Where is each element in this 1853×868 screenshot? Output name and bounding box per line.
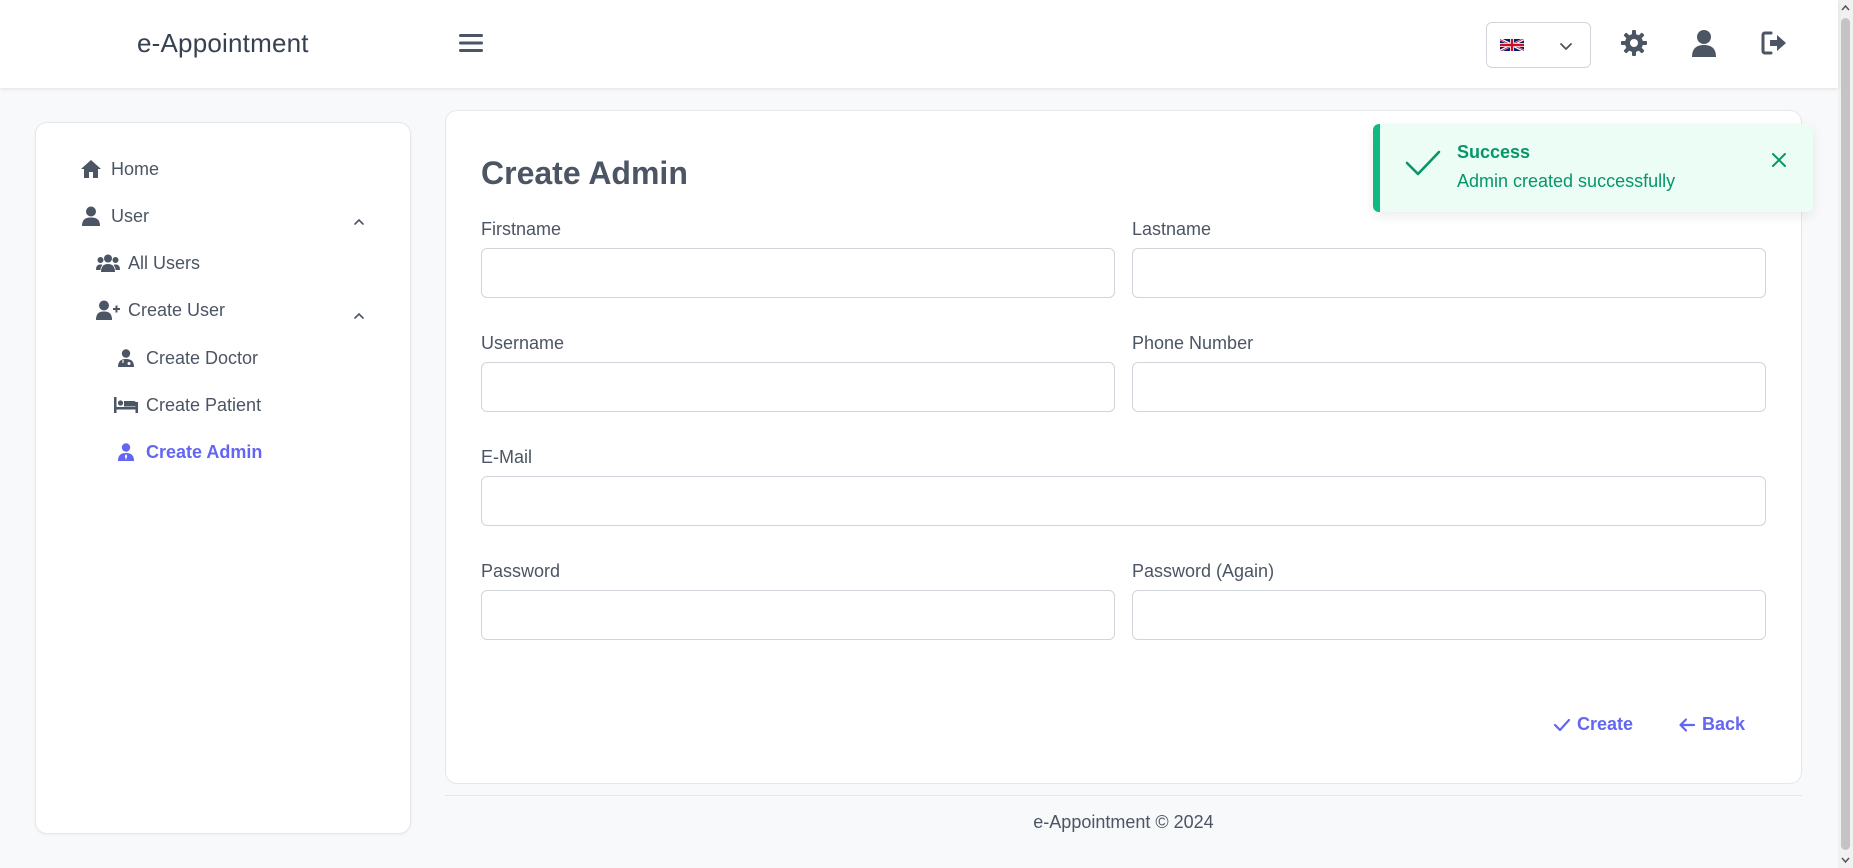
success-toast: Success Admin created successfully xyxy=(1373,124,1813,212)
sidebar-item-label: Create Patient xyxy=(146,394,262,415)
user-icon[interactable] xyxy=(1689,28,1719,58)
sidebar: Home User All Users Create User Create D… xyxy=(35,122,411,834)
firstname-label: Firstname xyxy=(481,219,562,239)
chevron-up-icon[interactable] xyxy=(352,215,366,229)
create-button-label: Create xyxy=(1577,714,1634,734)
password-field[interactable] xyxy=(481,590,1115,640)
settings-icon[interactable] xyxy=(1619,28,1649,58)
top-bar: e-Appointment xyxy=(0,0,1838,88)
check-icon xyxy=(1405,150,1441,176)
sidebar-item-label: Home xyxy=(111,158,160,179)
page-scrollbar[interactable] xyxy=(1838,0,1853,868)
sidebar-item-create-user[interactable]: Create User xyxy=(96,299,225,321)
chevron-up-icon[interactable] xyxy=(352,309,366,323)
sidebar-item-all-users[interactable]: All Users xyxy=(96,252,200,274)
password-again-label: Password (Again) xyxy=(1132,561,1275,581)
close-icon[interactable] xyxy=(1769,150,1789,170)
sidebar-item-label: All Users xyxy=(128,252,201,273)
menu-icon[interactable] xyxy=(458,30,484,56)
users-group-icon xyxy=(96,252,120,274)
doctor-icon xyxy=(114,347,138,369)
sidebar-item-label: Create User xyxy=(128,299,226,320)
chevron-down-icon xyxy=(1560,43,1572,50)
sidebar-item-create-patient[interactable]: Create Patient xyxy=(114,394,261,416)
admin-icon xyxy=(114,441,138,463)
username-label: Username xyxy=(481,333,565,353)
arrow-left-icon xyxy=(1679,717,1696,732)
scroll-down-icon[interactable] xyxy=(1841,855,1850,865)
sidebar-item-home[interactable]: Home xyxy=(79,158,159,180)
lastname-label: Lastname xyxy=(1132,219,1212,239)
toast-message: Admin created successfully xyxy=(1457,171,1676,191)
sidebar-item-label: Create Doctor xyxy=(146,347,259,368)
user-plus-icon xyxy=(96,299,120,321)
sidebar-item-create-doctor[interactable]: Create Doctor xyxy=(114,347,258,369)
home-icon xyxy=(79,158,103,180)
email-field[interactable] xyxy=(481,476,1766,526)
footer-divider xyxy=(445,795,1802,796)
scroll-up-icon[interactable] xyxy=(1841,3,1850,13)
sidebar-item-user[interactable]: User xyxy=(79,205,149,227)
back-button[interactable]: Back xyxy=(1678,714,1745,735)
check-icon xyxy=(1553,718,1571,731)
page-title: Create Admin xyxy=(481,155,688,191)
lastname-field[interactable] xyxy=(1132,248,1766,298)
phone-number-field[interactable] xyxy=(1132,362,1766,412)
language-select[interactable] xyxy=(1486,22,1591,68)
scrollbar-thumb[interactable] xyxy=(1841,18,1850,850)
back-button-label: Back xyxy=(1702,714,1746,734)
password-label: Password xyxy=(481,561,561,581)
sidebar-item-label: User xyxy=(111,205,150,226)
email-label: E-Mail xyxy=(481,447,533,467)
password-again-field[interactable] xyxy=(1132,590,1766,640)
toast-title: Success xyxy=(1457,142,1531,162)
create-button[interactable]: Create xyxy=(1553,714,1633,735)
user-icon xyxy=(79,205,103,227)
sidebar-item-create-admin[interactable]: Create Admin xyxy=(114,441,262,463)
footer-copyright: e-Appointment © 2024 xyxy=(1033,812,1214,832)
uk-flag-icon xyxy=(1500,37,1524,53)
bed-icon xyxy=(114,394,138,416)
sidebar-item-label: Create Admin xyxy=(146,441,263,462)
username-field[interactable] xyxy=(481,362,1115,412)
logout-icon[interactable] xyxy=(1759,28,1789,58)
phone-number-label: Phone Number xyxy=(1132,333,1254,353)
app-title: e-Appointment xyxy=(137,28,309,58)
firstname-field[interactable] xyxy=(481,248,1115,298)
